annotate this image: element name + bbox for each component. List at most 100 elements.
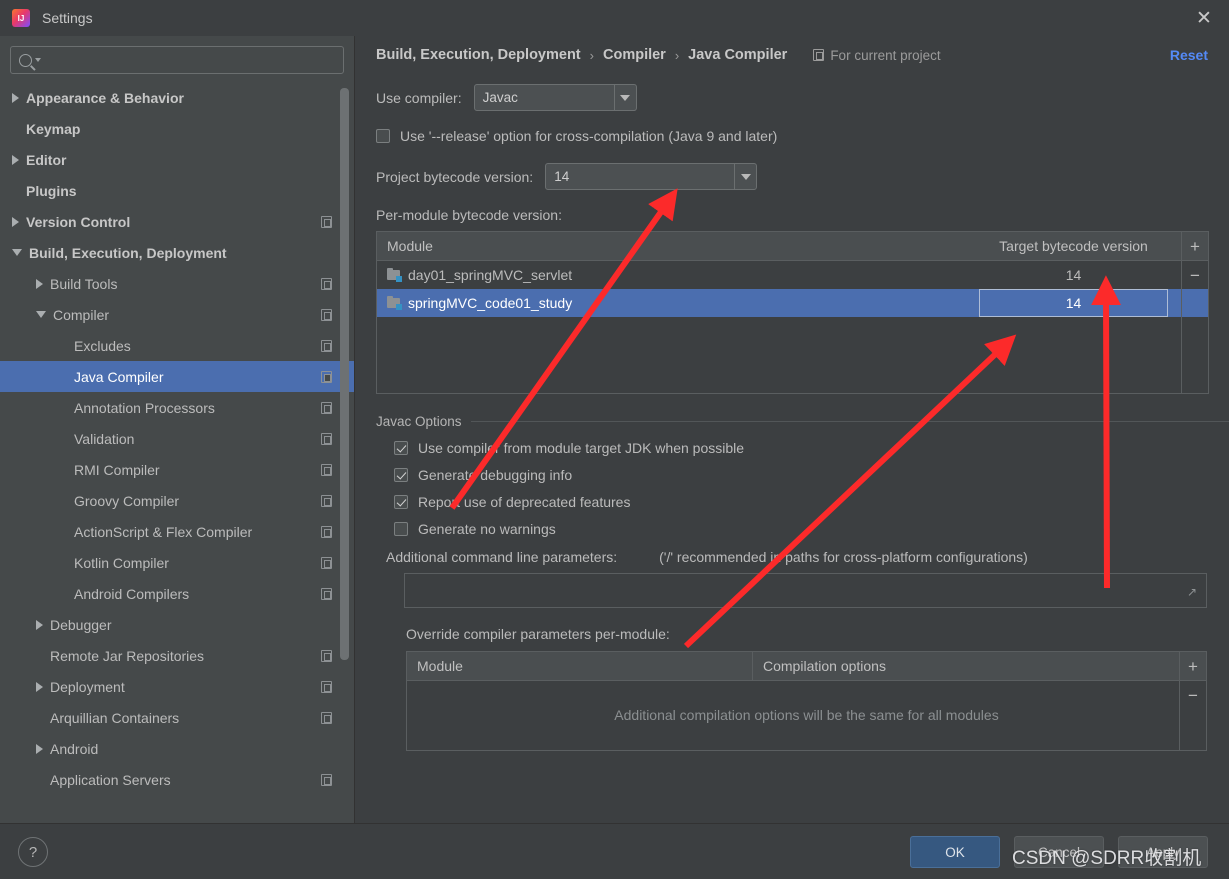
cell-target-bytecode[interactable]: 14 <box>979 289 1168 317</box>
chevron-down-icon[interactable] <box>734 164 756 189</box>
settings-main-pane: Build, Execution, Deployment › Compiler … <box>356 36 1229 823</box>
sidebar-item-version-control[interactable]: Version Control <box>0 206 354 237</box>
copy-settings-icon[interactable] <box>321 370 332 383</box>
copy-settings-icon[interactable] <box>321 432 332 445</box>
sidebar-item-remote-jar-repositories[interactable]: Remote Jar Repositories <box>0 640 354 671</box>
project-bytecode-select[interactable]: 14 <box>545 163 758 190</box>
javac-option-checkbox[interactable]: Generate no warnings <box>394 521 556 537</box>
sidebar-item-java-compiler[interactable]: Java Compiler <box>0 361 354 392</box>
project-bytecode-row: Project bytecode version: 14 <box>356 163 1229 190</box>
search-container <box>0 36 354 80</box>
checkbox-box <box>376 129 390 143</box>
expand-icon[interactable]: ↗ <box>1187 585 1199 599</box>
sidebar-item-android-compilers[interactable]: Android Compilers <box>0 578 354 609</box>
javac-option-checkbox[interactable]: Report use of deprecated features <box>394 494 630 510</box>
copy-settings-icon[interactable] <box>321 649 332 662</box>
sidebar-item-build-tools[interactable]: Build Tools <box>0 268 354 299</box>
table-row[interactable]: springMVC_code01_study 14 <box>377 289 1208 317</box>
title-bar: Settings ✕ <box>0 0 1229 36</box>
breadcrumb-item-compiler[interactable]: Compiler <box>603 47 666 63</box>
sidebar-item-label: Deployment <box>50 678 125 695</box>
sidebar-item-label: Appearance & Behavior <box>26 89 184 106</box>
table-row[interactable]: day01_springMVC_servlet 14 <box>377 261 1208 289</box>
target-bytecode-editor[interactable]: 14 <box>979 289 1168 317</box>
sidebar-item-application-servers[interactable]: Application Servers <box>0 764 354 795</box>
sidebar-item-appearance-behavior[interactable]: Appearance & Behavior <box>0 82 354 113</box>
copy-settings-icon[interactable] <box>321 773 332 786</box>
add-override-button[interactable]: + <box>1180 652 1207 681</box>
search-box[interactable] <box>10 46 344 74</box>
sidebar-item-excludes[interactable]: Excludes <box>0 330 354 361</box>
sidebar-item-label: Kotlin Compiler <box>74 554 169 571</box>
search-icon <box>19 53 32 67</box>
use-compiler-row: Use compiler: Javac <box>356 84 1229 111</box>
sidebar-item-actionscript-flex-compiler[interactable]: ActionScript & Flex Compiler <box>0 516 354 547</box>
column-header-compilation-options[interactable]: Compilation options <box>753 652 1177 680</box>
sidebar-item-rmi-compiler[interactable]: RMI Compiler <box>0 454 354 485</box>
add-module-button[interactable]: + <box>1182 232 1209 261</box>
sidebar-item-annotation-processors[interactable]: Annotation Processors <box>0 392 354 423</box>
breadcrumb-item-build[interactable]: Build, Execution, Deployment <box>376 47 581 63</box>
copy-settings-icon[interactable] <box>321 587 332 600</box>
chevron-down-icon[interactable] <box>35 58 41 62</box>
chevron-right-icon[interactable] <box>36 743 43 754</box>
additional-params-input[interactable]: ↗ <box>404 573 1207 608</box>
copy-settings-icon[interactable] <box>321 277 332 290</box>
sidebar-item-label: Debugger <box>50 616 112 633</box>
use-compiler-select[interactable]: Javac <box>473 84 637 111</box>
chevron-right-icon[interactable] <box>36 619 43 630</box>
sidebar-item-build-execution-deployment[interactable]: Build, Execution, Deployment <box>0 237 354 268</box>
copy-settings-icon[interactable] <box>321 711 332 724</box>
close-icon[interactable]: ✕ <box>1189 4 1219 32</box>
column-header-module[interactable]: Module <box>377 232 979 260</box>
sidebar-item-groovy-compiler[interactable]: Groovy Compiler <box>0 485 354 516</box>
copy-settings-icon[interactable] <box>321 308 332 321</box>
chevron-down-icon[interactable] <box>36 311 46 318</box>
chevron-right-icon[interactable] <box>12 154 19 165</box>
sidebar-item-deployment[interactable]: Deployment <box>0 671 354 702</box>
sidebar-item-arquillian-containers[interactable]: Arquillian Containers <box>0 702 354 733</box>
chevron-right-icon[interactable] <box>12 92 19 103</box>
remove-module-button[interactable]: − <box>1182 261 1209 290</box>
sidebar-item-kotlin-compiler[interactable]: Kotlin Compiler <box>0 547 354 578</box>
copy-settings-icon[interactable] <box>321 215 332 228</box>
sidebar-item-editor[interactable]: Editor <box>0 144 354 175</box>
sidebar-item-compiler[interactable]: Compiler <box>0 299 354 330</box>
sidebar-item-validation[interactable]: Validation <box>0 423 354 454</box>
checkbox-box <box>394 495 408 509</box>
sidebar-item-keymap[interactable]: Keymap <box>0 113 354 144</box>
copy-settings-icon[interactable] <box>321 401 332 414</box>
help-button[interactable]: ? <box>18 837 48 867</box>
release-option-checkbox[interactable]: Use '--release' option for cross-compila… <box>376 128 777 144</box>
remove-override-button[interactable]: − <box>1180 681 1207 710</box>
copy-settings-icon[interactable] <box>321 680 332 693</box>
copy-settings-icon[interactable] <box>321 463 332 476</box>
javac-option-row: Use compiler from module target JDK when… <box>356 440 1229 456</box>
column-header-module[interactable]: Module <box>407 652 753 680</box>
chevron-right-icon[interactable] <box>12 216 19 227</box>
sidebar-item-plugins[interactable]: Plugins <box>0 175 354 206</box>
cell-target-bytecode[interactable]: 14 <box>979 261 1168 289</box>
sidebar-item-android[interactable]: Android <box>0 733 354 764</box>
chevron-right-icon[interactable] <box>36 278 43 289</box>
sidebar-scrollbar[interactable] <box>340 88 349 660</box>
column-header-target-bytecode[interactable]: Target bytecode version <box>979 232 1168 260</box>
chevron-right-icon[interactable] <box>36 681 43 692</box>
sidebar-item-debugger[interactable]: Debugger <box>0 609 354 640</box>
javac-option-checkbox[interactable]: Generate debugging info <box>394 467 572 483</box>
sidebar-item-label: Keymap <box>26 120 81 137</box>
group-divider <box>470 420 1229 422</box>
ok-button[interactable]: OK <box>910 836 1000 868</box>
copy-settings-icon[interactable] <box>321 525 332 538</box>
reset-link[interactable]: Reset <box>1170 47 1208 63</box>
settings-sidebar: Appearance & Behavior Keymap Editor Plugins… <box>0 36 355 823</box>
checkbox-box <box>394 522 408 536</box>
javac-option-checkbox[interactable]: Use compiler from module target JDK when… <box>394 440 744 456</box>
copy-settings-icon[interactable] <box>321 339 332 352</box>
search-input[interactable] <box>47 52 335 68</box>
copy-settings-icon[interactable] <box>321 556 332 569</box>
copy-settings-icon[interactable] <box>321 494 332 507</box>
chevron-down-icon[interactable] <box>12 249 22 256</box>
per-module-bytecode-table: Module Target bytecode version day01_spr… <box>376 231 1209 394</box>
chevron-down-icon[interactable] <box>613 85 636 110</box>
